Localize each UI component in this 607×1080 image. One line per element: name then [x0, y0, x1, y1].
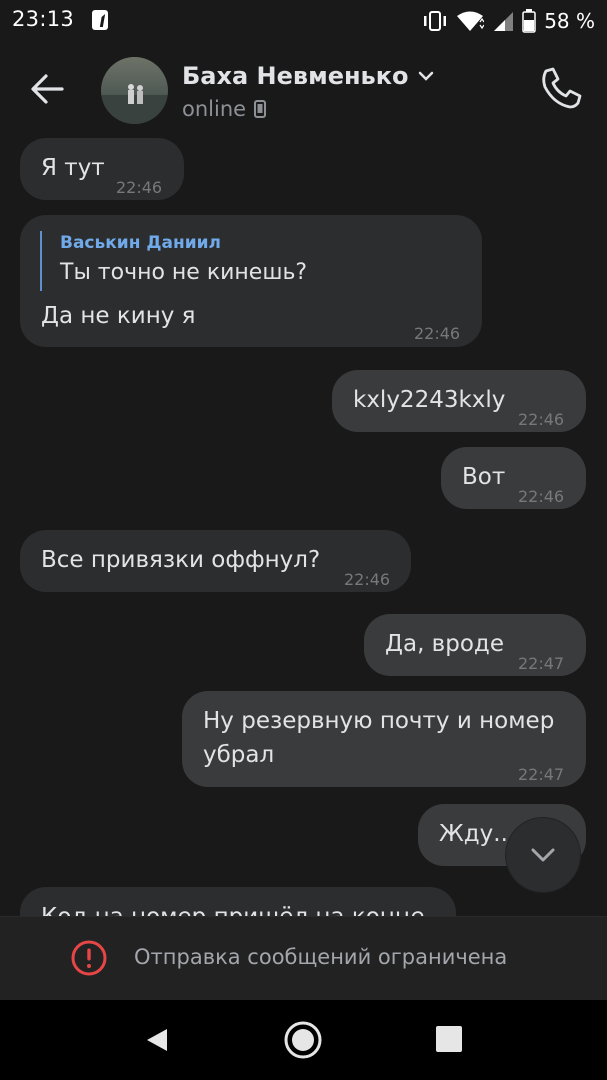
- system-nav-bar: [0, 1000, 607, 1080]
- nav-recents-icon[interactable]: [436, 1026, 462, 1052]
- reply-author: Васькин Даниил: [60, 233, 222, 253]
- message-bubble-outgoing[interactable]: Вот 22:46: [441, 447, 586, 509]
- message-time: 22:46: [116, 178, 163, 197]
- message-text: Все привязки оффнул?: [41, 547, 321, 573]
- contact-name: Баха Невменько: [182, 62, 409, 90]
- message-bubble-incoming[interactable]: Все привязки оффнул? 22:46: [20, 530, 411, 592]
- scroll-to-bottom-button[interactable]: [506, 818, 580, 892]
- message-time: 22:46: [344, 570, 391, 589]
- chevron-down-icon: [531, 848, 555, 862]
- mobile-device-icon: [254, 100, 267, 118]
- message-text: Я тут: [41, 155, 105, 181]
- reply-text: Ты точно не кинешь?: [60, 260, 308, 285]
- contact-status-row: online: [182, 97, 267, 121]
- back-arrow-icon: [31, 74, 64, 104]
- reply-quote[interactable]: Васькин Даниил Ты точно не кинешь?: [40, 231, 307, 291]
- message-time: 22:47: [518, 654, 565, 673]
- avatar-photo: [101, 57, 168, 124]
- message-text: kxly2243kxly: [353, 387, 506, 413]
- status-bar: 23:13 58 %: [0, 0, 607, 42]
- message-bubble-incoming-reply[interactable]: Васькин Даниил Ты точно не кинешь? Да не…: [20, 215, 482, 347]
- message-time: 22:46: [414, 324, 461, 343]
- message-text: Жду..: [439, 821, 508, 847]
- back-button[interactable]: [22, 64, 72, 114]
- status-icons: 58 %: [422, 8, 595, 34]
- message-text: Да, вроде: [385, 631, 504, 657]
- wifi-icon: [457, 11, 485, 31]
- phone-icon: [542, 67, 582, 109]
- messaging-restricted-bar: Отправка сообщений ограничена: [0, 916, 607, 1001]
- contact-status: online: [182, 97, 247, 121]
- notification-icon: [92, 10, 108, 30]
- status-time: 23:13: [12, 7, 75, 31]
- message-bubble-outgoing[interactable]: Ну резервную почту и номер убрал 22:47: [182, 691, 586, 787]
- alert-circle-icon: [71, 940, 107, 976]
- contact-name-row[interactable]: Баха Невменько: [182, 62, 435, 90]
- chat-header: Баха Невменько online: [0, 42, 607, 138]
- message-list[interactable]: Я тут 22:46 Васькин Даниил Ты точно не к…: [0, 138, 607, 916]
- battery-percent: 58 %: [544, 9, 595, 33]
- message-bubble-outgoing[interactable]: Да, вроде 22:47: [364, 614, 586, 676]
- nav-home-icon[interactable]: [283, 1020, 323, 1060]
- message-text: Код на номер пришёл на конце: [41, 900, 425, 916]
- message-time: 22:47: [518, 765, 565, 784]
- message-bubble-outgoing[interactable]: kxly2243kxly 22:46: [332, 370, 586, 432]
- call-button[interactable]: [537, 64, 585, 112]
- message-time: 22:46: [518, 410, 565, 429]
- message-bubble-incoming[interactable]: Код на номер пришёл на конце: [20, 887, 456, 916]
- battery-icon: [522, 9, 536, 33]
- nav-back-icon[interactable]: [143, 1026, 171, 1054]
- chevron-down-icon: [418, 71, 433, 81]
- restriction-message: Отправка сообщений ограничена: [134, 945, 508, 969]
- message-bubble-incoming[interactable]: Я тут 22:46: [20, 138, 184, 200]
- avatar[interactable]: [101, 57, 168, 124]
- signal-icon: [494, 12, 514, 31]
- message-text: Да не кину я: [41, 303, 196, 329]
- message-time: 22:46: [518, 487, 565, 506]
- vibrate-icon: [424, 11, 447, 31]
- message-text: Вот: [462, 464, 506, 490]
